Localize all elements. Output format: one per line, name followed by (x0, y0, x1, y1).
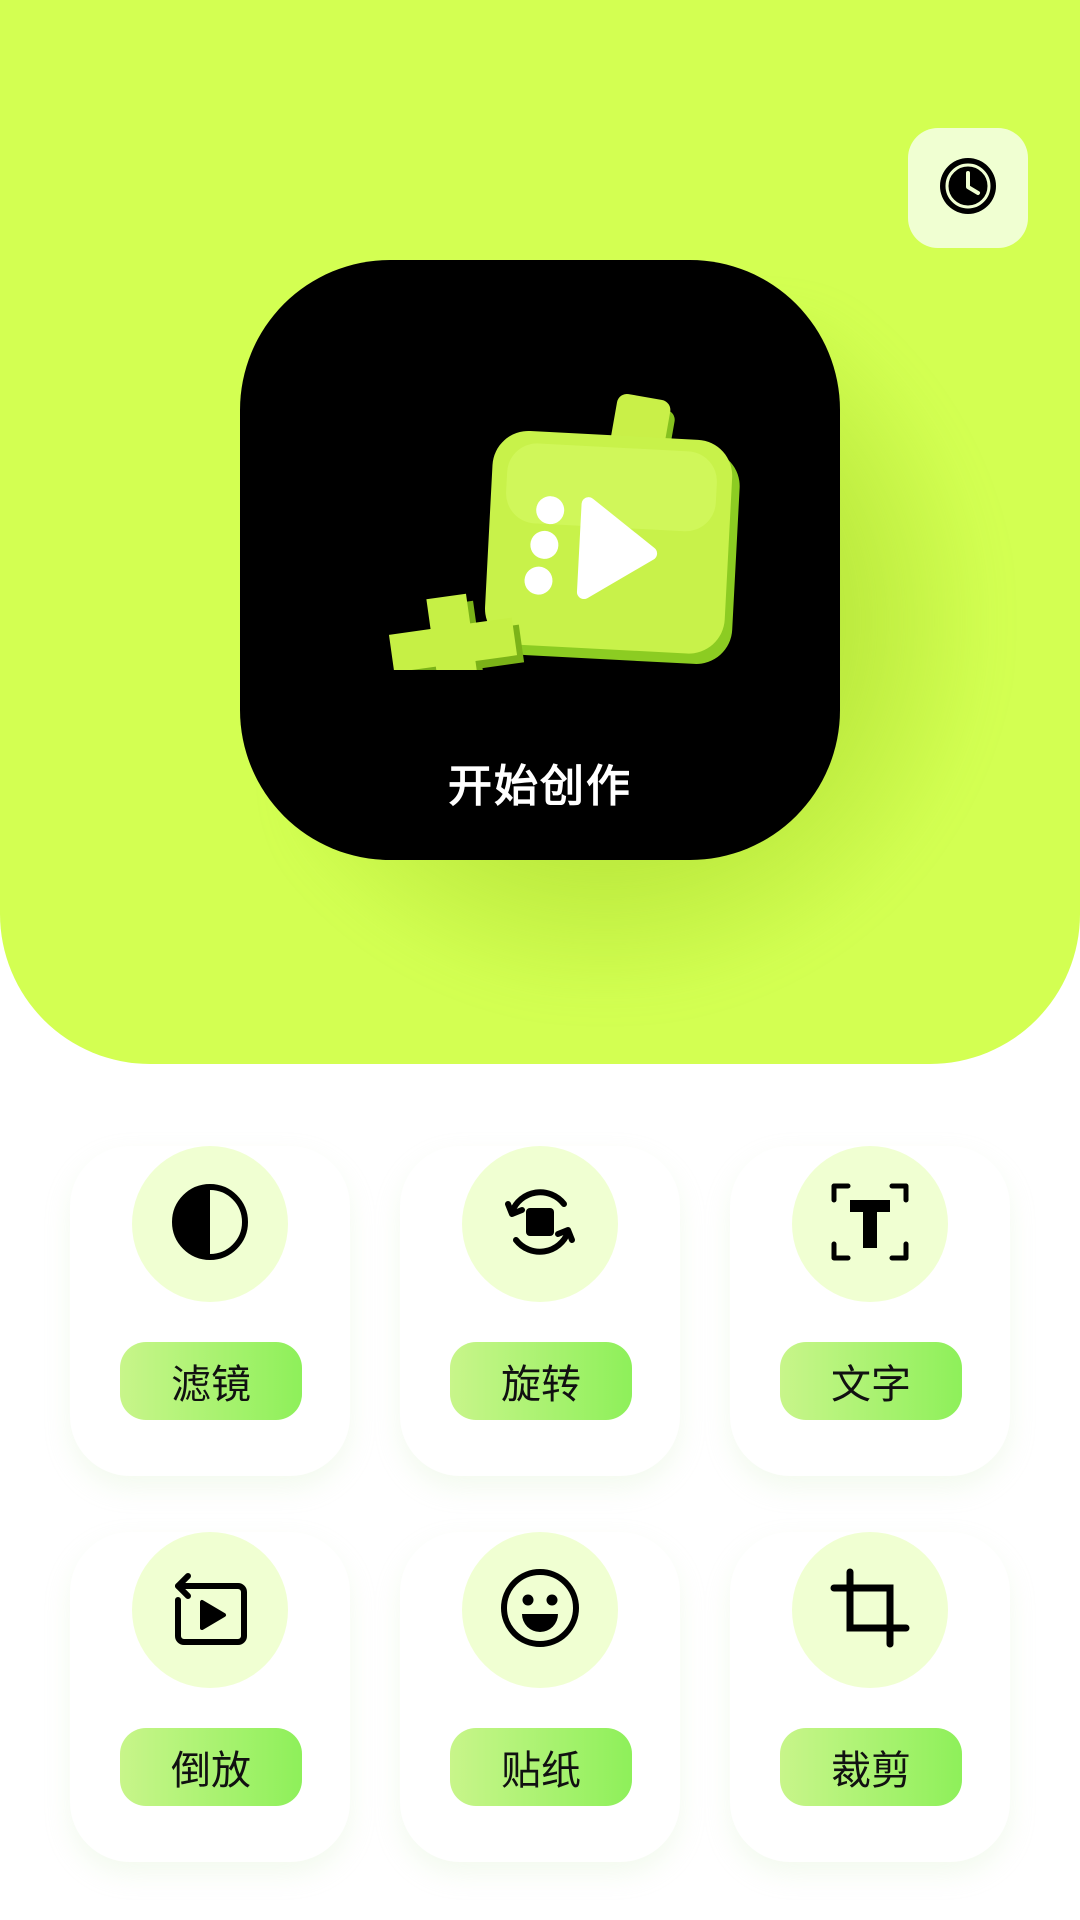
tool-crop[interactable]: 裁剪 (730, 1532, 1010, 1862)
tool-text[interactable]: 文字 (730, 1146, 1010, 1476)
smiley-sticker-icon (498, 1566, 582, 1654)
tool-label: 贴纸 (450, 1728, 632, 1806)
reverse-icon-circle (132, 1532, 288, 1688)
editor-home-screen: 开始创作 滤镜 旋转 文字 倒放 贴纸 裁剪 (0, 0, 1080, 1920)
tool-rotate[interactable]: 旋转 (400, 1146, 680, 1476)
start-creating-button[interactable]: 开始创作 (240, 260, 840, 860)
tool-sticker[interactable]: 贴纸 (400, 1532, 680, 1862)
tool-label: 文字 (780, 1342, 962, 1420)
text-icon-circle (792, 1146, 948, 1302)
rotate-icon (498, 1180, 582, 1268)
sticker-icon-circle (462, 1532, 618, 1688)
tool-label: 倒放 (120, 1728, 302, 1806)
reverse-play-icon (168, 1566, 252, 1654)
video-plus-illustration (340, 310, 740, 716)
clock-icon (936, 154, 1000, 222)
tool-label: 滤镜 (120, 1342, 302, 1420)
hero-section: 开始创作 (0, 0, 1080, 1064)
history-button[interactable] (908, 128, 1028, 248)
rotate-icon-circle (462, 1146, 618, 1302)
crop-icon (828, 1566, 912, 1654)
tool-label: 裁剪 (780, 1728, 962, 1806)
start-creating-label: 开始创作 (448, 761, 632, 812)
crop-icon-circle (792, 1532, 948, 1688)
tool-reverse[interactable]: 倒放 (70, 1532, 350, 1862)
text-icon (828, 1180, 912, 1268)
filter-icon-circle (132, 1146, 288, 1302)
tool-filter[interactable]: 滤镜 (70, 1146, 350, 1476)
tool-label: 旋转 (450, 1342, 632, 1420)
filter-half-circle-icon (168, 1180, 252, 1268)
